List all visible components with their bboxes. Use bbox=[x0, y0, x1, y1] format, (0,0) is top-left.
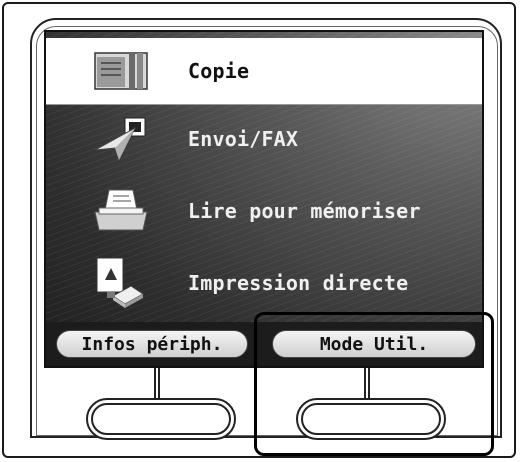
copy-icon bbox=[86, 43, 156, 99]
menu-item-label: Lire pour mémoriser bbox=[188, 199, 421, 223]
menu-item-direct-print[interactable]: Impression directe bbox=[46, 250, 482, 316]
scan-store-icon bbox=[86, 183, 156, 239]
highlight-callout-box bbox=[254, 312, 494, 456]
left-button-stem bbox=[154, 368, 160, 402]
menu-item-send-fax[interactable]: Envoi/FAX bbox=[46, 106, 482, 172]
menu-item-scan-store[interactable]: Lire pour mémoriser bbox=[46, 178, 482, 244]
device-info-softkey[interactable]: Infos périph. bbox=[56, 330, 248, 358]
send-fax-icon bbox=[86, 111, 156, 167]
menu-item-label: Envoi/FAX bbox=[188, 127, 299, 151]
menu-item-copy[interactable]: Copie bbox=[46, 38, 482, 105]
left-hardware-button[interactable] bbox=[86, 398, 236, 440]
menu-item-label: Impression directe bbox=[188, 271, 409, 295]
menu-item-label: Copie bbox=[188, 59, 250, 83]
direct-print-icon bbox=[86, 255, 156, 311]
left-hardware-button-rim bbox=[91, 403, 231, 435]
